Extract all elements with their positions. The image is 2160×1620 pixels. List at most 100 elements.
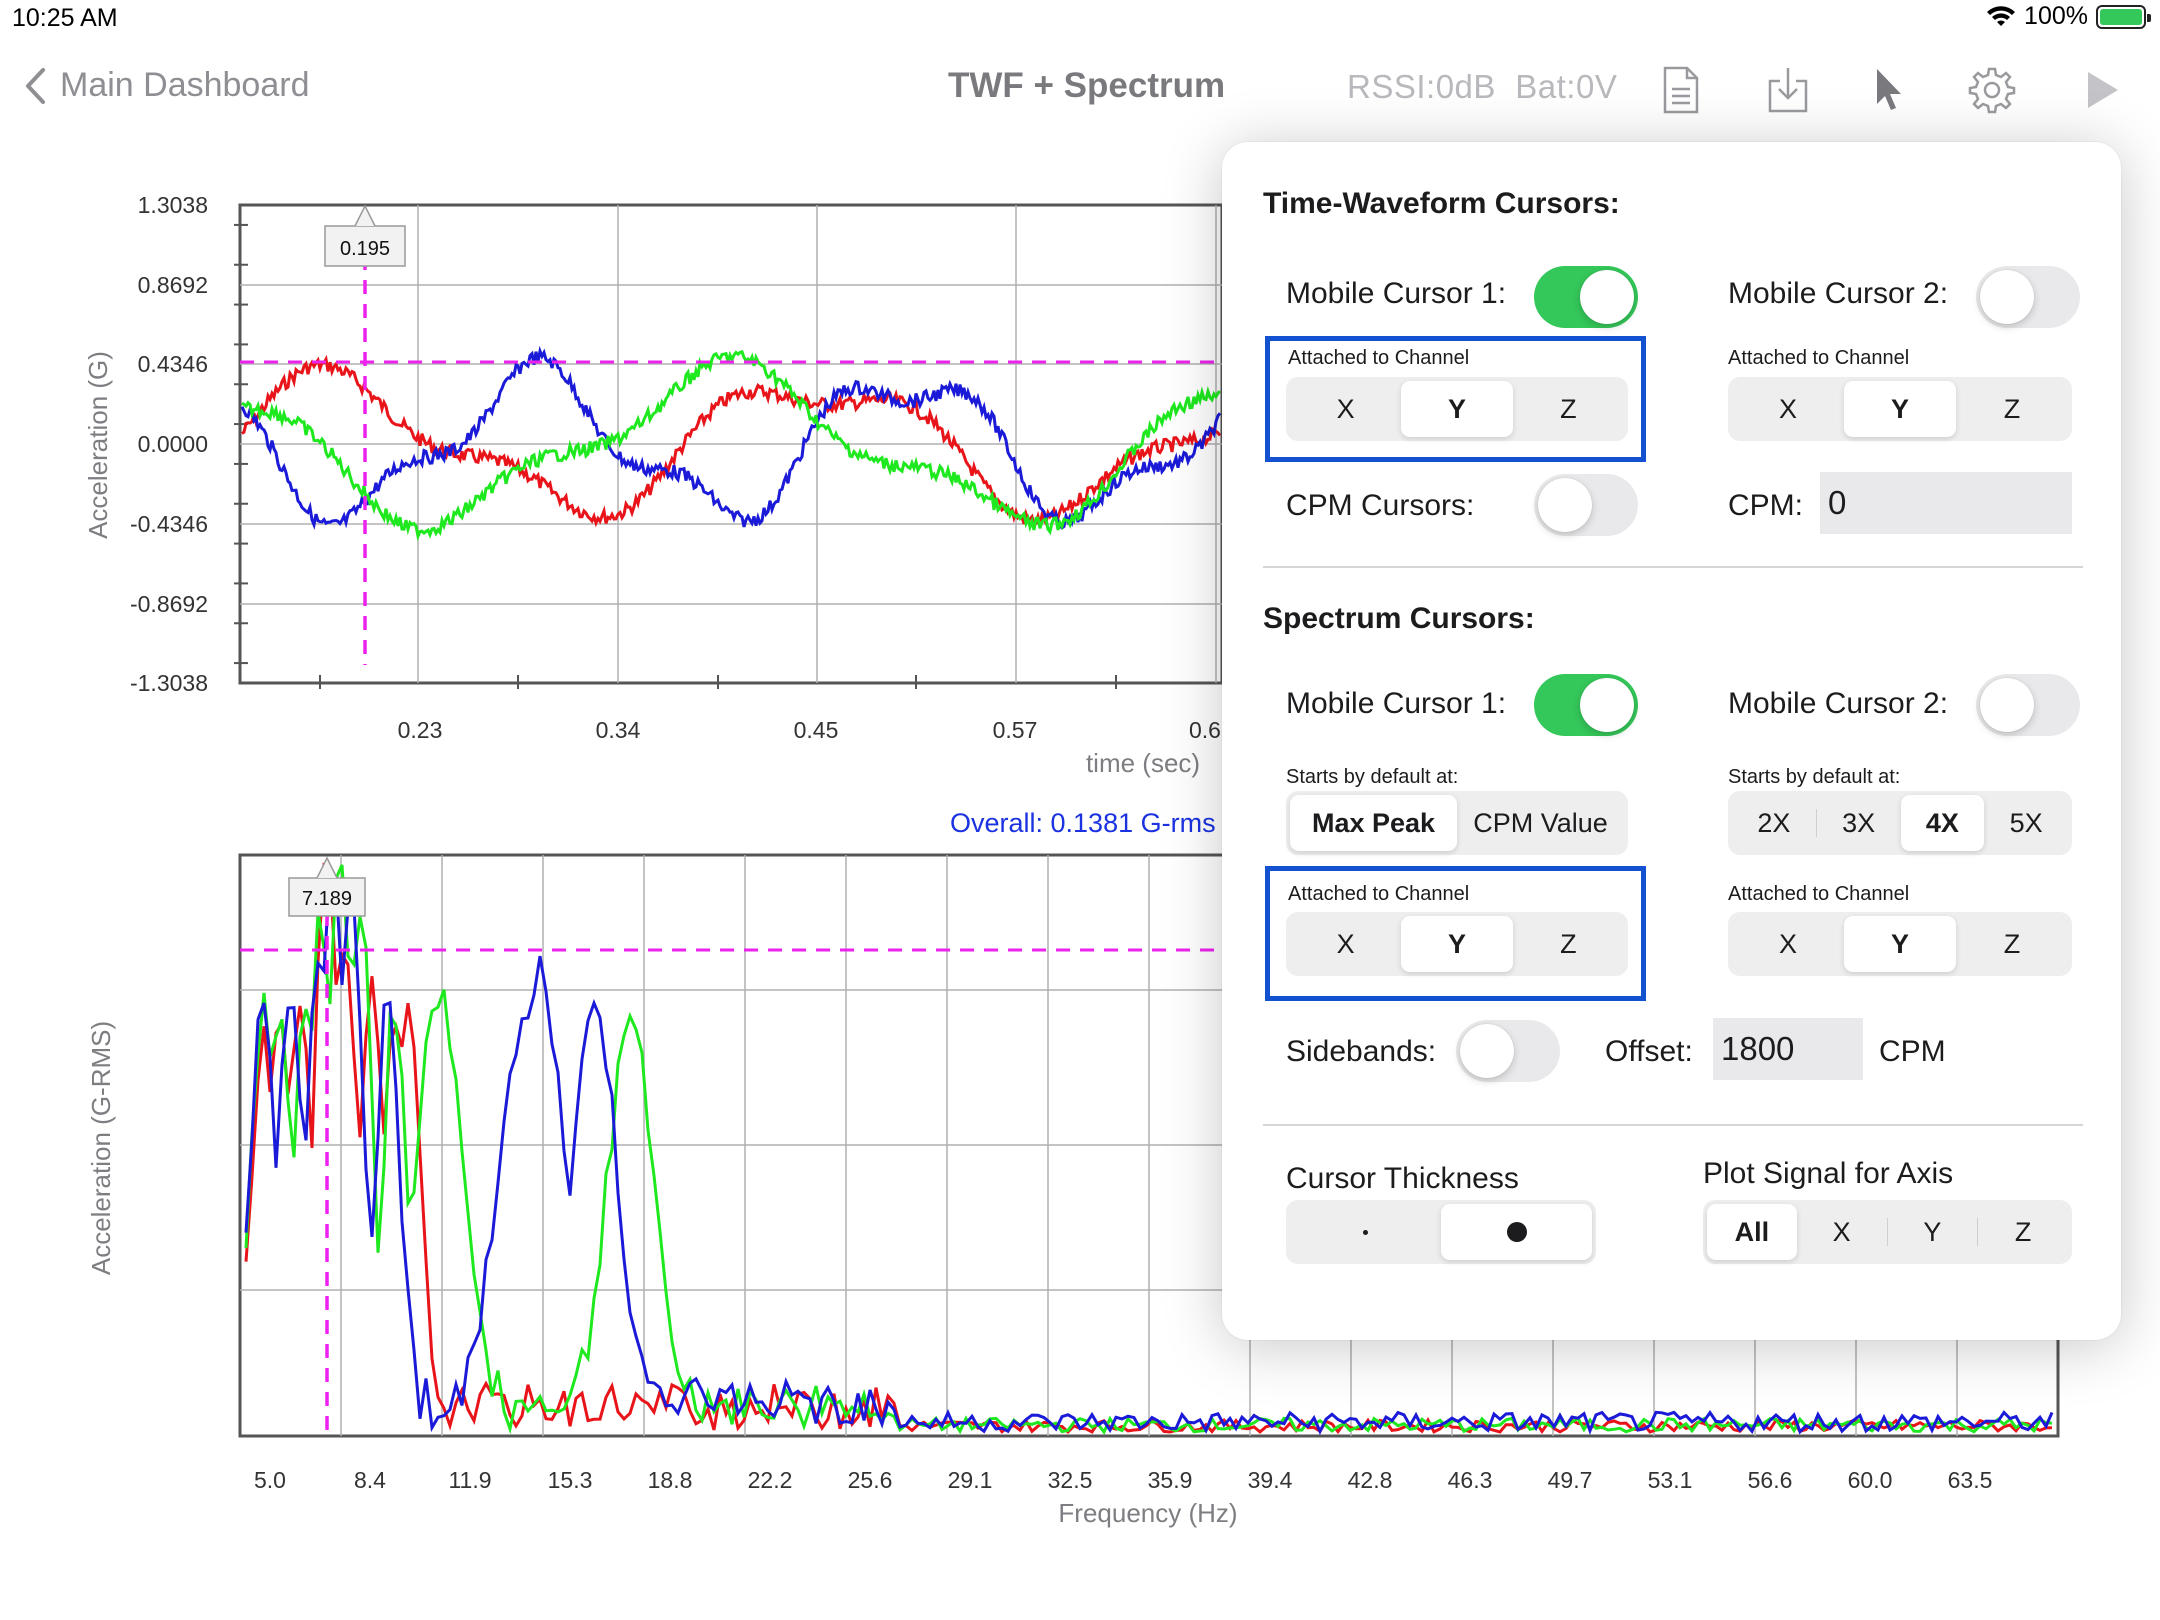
waveform-x-label: time (sec) xyxy=(1086,748,1200,778)
waveform-y-tick: 1.3038 xyxy=(138,192,208,218)
spectrum-x-tick: 49.7 xyxy=(1548,1467,1593,1493)
spectrum-cursor2-label: Mobile Cursor 2: xyxy=(1728,687,1949,720)
cursor-tool-button[interactable] xyxy=(1860,62,1916,118)
spectrum-x-tick: 56.6 xyxy=(1748,1467,1793,1493)
spectrum-cursor2-toggle[interactable] xyxy=(1976,674,2080,736)
spectrum-x-tick: 32.5 xyxy=(1048,1467,1093,1493)
status-time: 10:25 AM xyxy=(12,4,118,32)
thick-dot-icon xyxy=(1506,1222,1527,1242)
twf-cursor2-toggle[interactable] xyxy=(1976,266,2080,328)
cursor-thickness-label: Cursor Thickness xyxy=(1286,1162,1519,1195)
start-2x[interactable]: 2X xyxy=(1732,795,1816,851)
play-button[interactable] xyxy=(2074,62,2130,118)
waveform-y-tick: 0.4346 xyxy=(138,351,208,377)
waveform-y-tick: 0.0000 xyxy=(138,431,208,457)
start-5x[interactable]: 5X xyxy=(1984,795,2068,851)
thickness-thin[interactable] xyxy=(1290,1204,1441,1260)
spectrum-cursor2-channel-x[interactable]: X xyxy=(1732,916,1844,972)
battery-icon xyxy=(2096,4,2151,29)
spectrum-x-tick: 5.0 xyxy=(254,1467,286,1493)
thin-dot-icon xyxy=(1363,1229,1368,1235)
spectrum-cursor1-toggle[interactable] xyxy=(1534,674,1638,736)
spectrum-cursor1-start-selector[interactable]: Max Peak CPM Value xyxy=(1286,791,1628,855)
plot-axis-label: Plot Signal for Axis xyxy=(1703,1157,1954,1190)
plot-axis-y[interactable]: Y xyxy=(1888,1204,1978,1260)
overall-rms: Overall: 0.1381 G-rms xyxy=(950,808,1216,838)
twf-cursor1-channel-y[interactable]: Y xyxy=(1401,381,1513,437)
plot-axis-all[interactable]: All xyxy=(1707,1204,1797,1260)
waveform-y-label: Acceleration (G) xyxy=(83,351,113,539)
gear-icon xyxy=(1968,67,2016,114)
spectrum-cursor2-channel-z[interactable]: Z xyxy=(1956,916,2068,972)
waveform-cursor-value: 0.195 xyxy=(340,238,390,260)
cursor-thickness-selector[interactable] xyxy=(1286,1200,1596,1264)
twf-cursor2-channel-selector[interactable]: X Y Z xyxy=(1728,377,2072,441)
waveform-chart[interactable]: 1.3038 0.8692 0.4346 0.0000 -0.4346 -0.8692 -1… xyxy=(0,180,1230,790)
waveform-y-tick: -0.8692 xyxy=(130,591,208,617)
document-button[interactable] xyxy=(1653,62,1709,118)
cursor-settings-popover: Time-Waveform Cursors: Mobile Cursor 1: … xyxy=(1222,142,2121,1340)
spectrum-cursor1-channel-z[interactable]: Z xyxy=(1513,916,1624,972)
plot-axis-selector[interactable]: All X Y Z xyxy=(1703,1200,2072,1264)
popover-arrow xyxy=(1864,118,1916,144)
cpm-cursors-label: CPM Cursors: xyxy=(1286,489,1475,522)
settings-button[interactable] xyxy=(1964,62,2020,118)
spectrum-cursor2-starts-label: Starts by default at: xyxy=(1728,766,1901,788)
status-indicators: 100% xyxy=(1986,2,2151,31)
twf-cursor2-channel-x[interactable]: X xyxy=(1732,381,1844,437)
thickness-thick[interactable] xyxy=(1441,1204,1592,1260)
plot-axis-x[interactable]: X xyxy=(1797,1204,1887,1260)
offset-input[interactable]: 1800 xyxy=(1713,1018,1863,1080)
cpm-input[interactable]: 0 xyxy=(1820,472,2072,534)
cpm-cursors-toggle[interactable] xyxy=(1534,474,1638,536)
twf-cursor2-channel-z[interactable]: Z xyxy=(1956,381,2068,437)
twf-cursor1-channel-z[interactable]: Z xyxy=(1513,381,1624,437)
spectrum-cursor2-attached-label: Attached to Channel xyxy=(1728,883,1910,905)
twf-cursor1-channel-x[interactable]: X xyxy=(1290,381,1401,437)
waveform-x-tick: 0.34 xyxy=(596,717,641,743)
start-max-peak[interactable]: Max Peak xyxy=(1290,795,1457,851)
spectrum-cursor2-channel-selector[interactable]: X Y Z xyxy=(1728,912,2072,976)
twf-cursor2-label: Mobile Cursor 2: xyxy=(1728,277,1949,310)
start-cpm-value[interactable]: CPM Value xyxy=(1457,795,1624,851)
back-button[interactable]: Main Dashboard xyxy=(24,66,309,105)
back-label: Main Dashboard xyxy=(60,66,310,104)
twf-cursor2-attached-label: Attached to Channel xyxy=(1728,347,1910,369)
play-icon xyxy=(2088,72,2118,108)
offset-unit: CPM xyxy=(1879,1035,1946,1068)
spectrum-x-tick: 18.8 xyxy=(648,1467,693,1493)
start-3x[interactable]: 3X xyxy=(1817,795,1901,851)
sidebands-label: Sidebands: xyxy=(1286,1035,1437,1068)
document-icon xyxy=(1663,66,1699,114)
twf-cursor2-channel-y[interactable]: Y xyxy=(1844,381,1956,437)
download-icon xyxy=(1768,68,1808,113)
twf-cursor1-channel-selector[interactable]: X Y Z xyxy=(1286,377,1628,441)
spectrum-cursor1-channel-selector[interactable]: X Y Z xyxy=(1286,912,1628,976)
spectrum-cursor2-channel-y[interactable]: Y xyxy=(1844,916,1956,972)
signal-status: RSSI:0dB Bat:0V xyxy=(1347,68,1617,106)
waveform-y-ticks: 1.3038 0.8692 0.4346 0.0000 -0.4346 -0.8692 -1… xyxy=(130,192,208,696)
twf-cursor1-toggle[interactable] xyxy=(1534,266,1638,328)
sidebands-toggle[interactable] xyxy=(1456,1020,1560,1082)
spectrum-x-tick: 42.8 xyxy=(1348,1467,1393,1493)
spectrum-x-tick: 53.1 xyxy=(1648,1467,1693,1493)
plot-axis-z[interactable]: Z xyxy=(1978,1204,2068,1260)
waveform-x-tick: 0.45 xyxy=(794,717,839,743)
start-4x[interactable]: 4X xyxy=(1900,795,1985,851)
twf-section-title: Time-Waveform Cursors: xyxy=(1263,187,1620,220)
spectrum-cursor2-start-selector[interactable]: 2X 3X 4X 5X xyxy=(1728,791,2072,855)
waveform-y-tick: -0.4346 xyxy=(130,511,208,537)
twf-cursor1-label: Mobile Cursor 1: xyxy=(1286,277,1507,310)
download-button[interactable] xyxy=(1760,62,1816,118)
chevron-left-icon xyxy=(26,67,45,104)
spectrum-x-label: Frequency (Hz) xyxy=(1058,1498,1237,1528)
spectrum-x-tick: 8.4 xyxy=(354,1467,386,1493)
waveform-grid xyxy=(234,203,1224,689)
spectrum-x-tick: 35.9 xyxy=(1148,1467,1193,1493)
spectrum-x-tick: 11.9 xyxy=(448,1467,491,1493)
spectrum-x-tick: 63.5 xyxy=(1948,1467,1993,1493)
spectrum-cursor1-channel-y[interactable]: Y xyxy=(1401,916,1513,972)
spectrum-cursor1-channel-x[interactable]: X xyxy=(1290,916,1401,972)
rssi-text: RSSI:0dB xyxy=(1347,68,1496,105)
spectrum-x-tick: 22.2 xyxy=(748,1467,793,1493)
